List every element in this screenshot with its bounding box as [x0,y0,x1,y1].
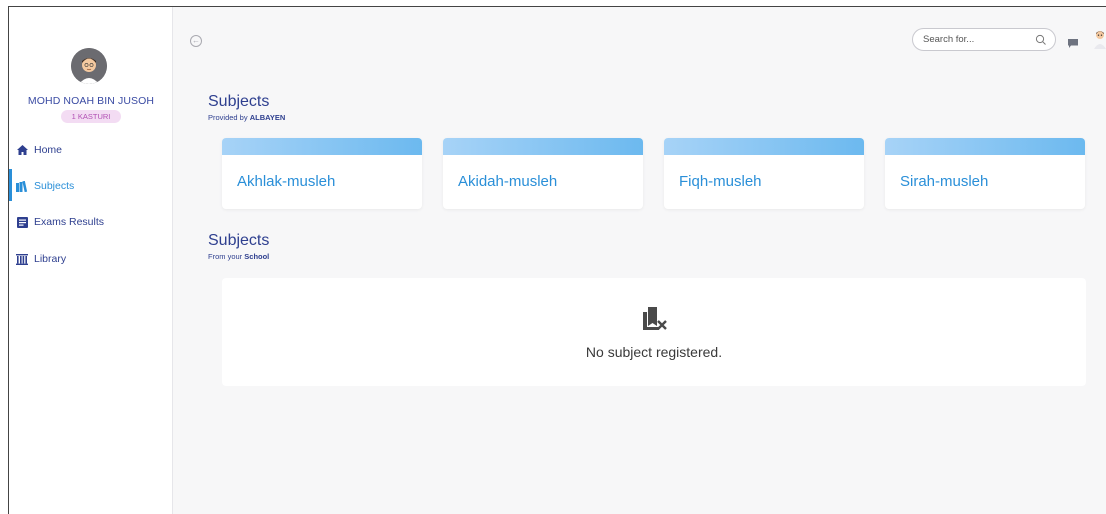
empty-state-message: No subject registered. [585,344,723,360]
user-name: MOHD NOAH BIN JUSOH [27,95,155,107]
document-icon [15,215,29,229]
app-window: MOHD NOAH BIN JUSOH 1 KASTURI Home Subje… [8,6,1106,514]
card-header-bar [443,138,643,155]
profile-avatar-icon[interactable] [1093,29,1106,49]
books-icon [15,179,29,193]
sidebar-item-label: Library [34,253,67,265]
collapse-sidebar-button[interactable]: ← [190,35,202,47]
subtitle-prefix: From your [208,252,245,261]
subject-card[interactable]: Fiqh-musleh [664,138,864,209]
sidebar-item-label: Home [34,144,63,156]
chat-icon[interactable] [1068,35,1078,48]
sidebar-item-exams-results[interactable]: Exams Results [9,211,173,233]
subject-card-label: Fiqh-musleh [679,173,762,190]
school-section-title: Subjects [208,232,270,249]
subject-card[interactable]: Akhlak-musleh [222,138,422,209]
subtitle-prefix: Provided by [208,113,250,122]
class-badge: 1 KASTURI [61,110,121,123]
search-icon[interactable] [1035,33,1047,45]
user-avatar[interactable] [71,48,107,84]
sidebar-item-label: Subjects [34,180,75,192]
subtitle-source: School [244,252,270,261]
card-header-bar [222,138,422,155]
sidebar-item-label: Exams Results [34,216,105,228]
card-header-bar [885,138,1085,155]
subject-card-label: Sirah-musleh [900,173,989,190]
subject-card-label: Akhlak-musleh [237,173,336,190]
sidebar-item-home[interactable]: Home [9,139,173,161]
sidebar: MOHD NOAH BIN JUSOH 1 KASTURI Home Subje… [9,7,173,514]
arrow-left-icon: ← [192,36,200,45]
provided-section-title: Subjects [208,93,270,110]
provided-section-subtitle: Provided by ALBAYEN [208,113,285,122]
library-icon [15,252,29,266]
sidebar-item-subjects[interactable]: Subjects [9,169,173,201]
card-header-bar [664,138,864,155]
sidebar-item-library[interactable]: Library [9,248,173,270]
no-books-icon [641,304,669,332]
search-input[interactable] [923,32,1023,47]
empty-state-panel: No subject registered. [222,278,1086,386]
subject-card[interactable]: Akidah-musleh [443,138,643,209]
home-icon [15,143,29,157]
search-box[interactable] [912,28,1056,51]
subtitle-provider: ALBAYEN [249,113,286,122]
school-section-subtitle: From your School [208,252,269,261]
subject-card[interactable]: Sirah-musleh [885,138,1085,209]
subject-card-label: Akidah-musleh [458,173,558,190]
